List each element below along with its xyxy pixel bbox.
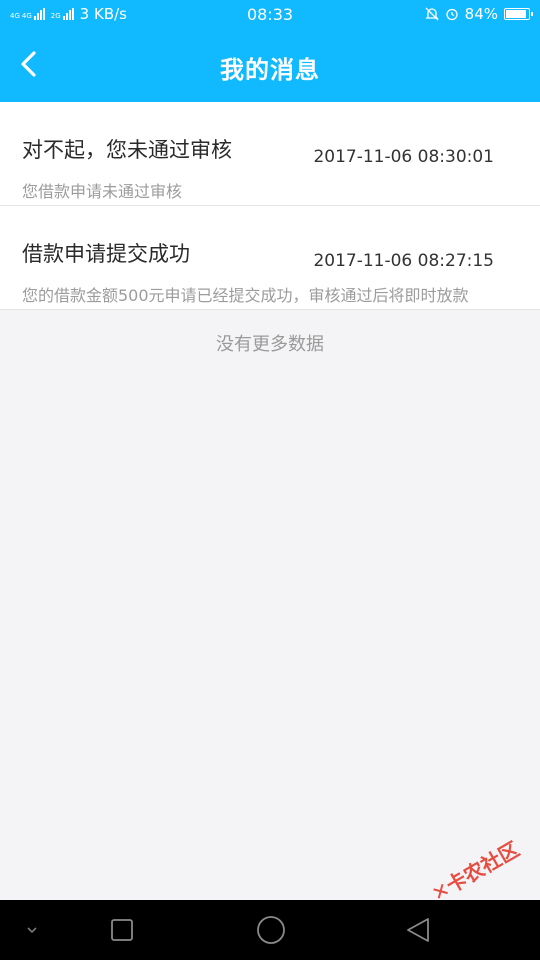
network-2g-icon: 2G (51, 8, 74, 20)
watermark: ✕卡农社区 (426, 834, 524, 907)
watermark-text: 卡农社区 (442, 836, 524, 898)
screen: 4G 4G 2G 3 KB/s 08:33 84% 我的消息 对不起，您未通过审… (0, 0, 540, 960)
nav-recents-button[interactable] (110, 918, 134, 946)
battery-icon (504, 8, 533, 20)
navigation-bar (0, 900, 540, 960)
nav-collapse-button[interactable] (22, 920, 42, 944)
network-label: 4G (10, 12, 20, 20)
status-left: 4G 4G 2G 3 KB/s (10, 5, 127, 23)
signal-icon (62, 8, 74, 20)
bell-muted-icon (425, 7, 439, 21)
message-item[interactable]: 对不起，您未通过审核 2017-11-06 08:30:01 您借款申请未通过审… (0, 102, 540, 206)
status-bar: 4G 4G 2G 3 KB/s 08:33 84% (0, 0, 540, 28)
nav-home-button[interactable] (256, 915, 286, 949)
message-time: 2017-11-06 08:27:15 (313, 251, 494, 271)
no-more-data-label: 没有更多数据 (216, 334, 324, 355)
message-time: 2017-11-06 08:30:01 (313, 147, 494, 167)
chevron-down-icon (27, 927, 37, 934)
message-summary: 您的借款金额500元申请已经提交成功，审核通过后将即时放款 (22, 286, 469, 305)
message-title: 借款申请提交成功 (22, 242, 190, 266)
alarm-icon (446, 8, 458, 21)
square-icon (111, 919, 133, 941)
triangle-back-icon (407, 918, 429, 942)
network-speed: 3 KB/s (79, 5, 127, 23)
message-title: 对不起，您未通过审核 (22, 138, 232, 162)
page-title: 我的消息 (220, 56, 320, 84)
nav-back-button[interactable] (404, 916, 432, 948)
header: 我的消息 (0, 28, 540, 102)
battery-percent: 84% (464, 5, 498, 23)
message-summary: 您借款申请未通过审核 (22, 182, 183, 201)
status-right: 84% (425, 5, 533, 23)
circle-icon (257, 916, 285, 944)
message-list: 对不起，您未通过审核 2017-11-06 08:30:01 您借款申请未通过审… (0, 102, 540, 310)
network-label: 2G (50, 12, 61, 20)
message-item[interactable]: 借款申请提交成功 2017-11-06 08:27:15 您的借款金额500元申… (0, 206, 540, 310)
network-4g-icon: 4G 4G (10, 8, 45, 20)
signal-icon (33, 8, 45, 20)
network-label: 4G (21, 12, 32, 20)
